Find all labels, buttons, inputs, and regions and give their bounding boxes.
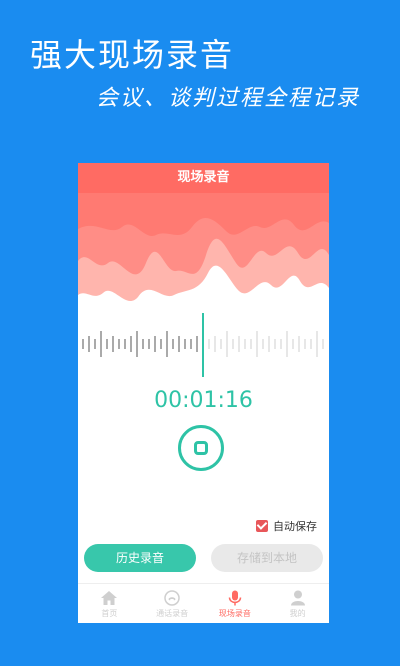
nav-label-profile: 我的	[289, 608, 306, 618]
nav-label-home: 首页	[101, 608, 118, 618]
nav-label-live-recording: 现场录音	[218, 608, 251, 618]
promo-subtitle: 会议、谈判过程全程记录	[96, 86, 361, 111]
app-header-title: 现场录音	[78, 163, 329, 193]
phone-screen: 现场录音 00:01:16 自动保存 历史录音 存储到本地 首页 通话录音 现场…	[78, 163, 329, 623]
nav-item-profile[interactable]: 我的	[266, 584, 329, 623]
phone-icon	[164, 589, 180, 606]
bottom-nav: 首页 通话录音 现场录音 我的	[78, 583, 329, 623]
promo-title: 强大现场录音	[30, 36, 235, 74]
autosave-label: 自动保存	[273, 520, 317, 533]
save-to-local-button[interactable]: 存储到本地	[211, 544, 323, 572]
nav-item-call-recording[interactable]: 通话录音	[141, 584, 204, 623]
stop-icon	[194, 441, 208, 455]
nav-item-home[interactable]: 首页	[78, 584, 141, 623]
user-icon	[290, 590, 305, 605]
nav-item-live-recording[interactable]: 现场录音	[204, 584, 267, 623]
recording-timer: 00:01:16	[154, 388, 253, 413]
autosave-checkbox[interactable]: 自动保存	[256, 518, 317, 534]
home-icon	[101, 590, 118, 605]
timeline-ruler	[78, 311, 329, 381]
stop-recording-button[interactable]	[178, 425, 224, 471]
waveform-visual	[78, 193, 329, 308]
checkbox-checked-icon	[256, 520, 268, 532]
microphone-icon	[228, 590, 242, 605]
history-recordings-button[interactable]: 历史录音	[84, 544, 196, 572]
nav-label-call-recording: 通话录音	[156, 608, 189, 618]
